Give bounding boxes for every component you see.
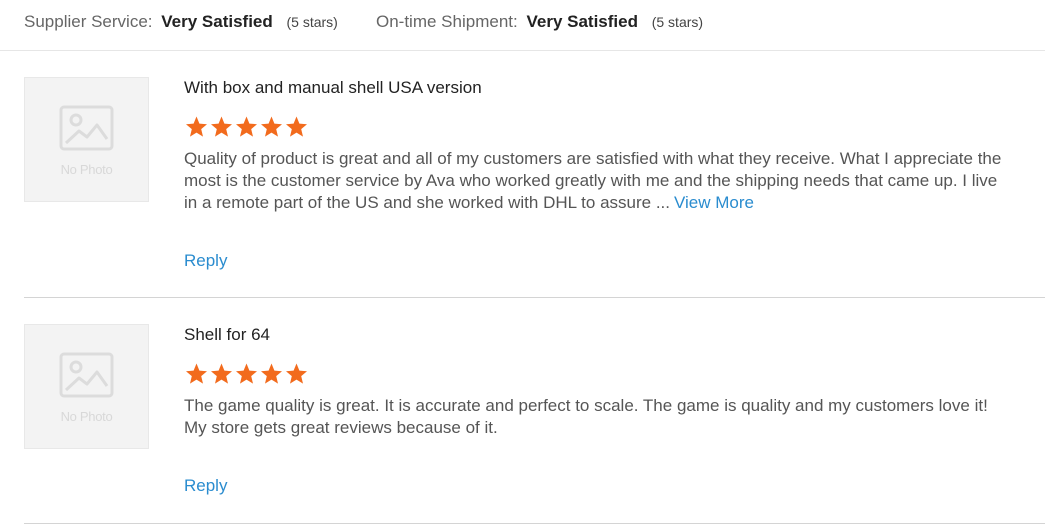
review-item: No Photo Shell for 64 The game quality i… xyxy=(24,299,1045,524)
star-icon xyxy=(236,363,257,384)
review-thumbnail[interactable]: No Photo xyxy=(24,324,149,449)
star-icon xyxy=(261,116,282,137)
reply-link[interactable]: Reply xyxy=(184,475,227,497)
review-text: Quality of product is great and all of m… xyxy=(184,149,1002,212)
image-placeholder-icon xyxy=(59,105,114,151)
reply-link[interactable]: Reply xyxy=(184,250,227,272)
review-thumbnail[interactable]: No Photo xyxy=(24,77,149,202)
star-rating xyxy=(184,362,1004,386)
view-more-link[interactable]: View More xyxy=(674,193,754,212)
no-photo-label: No Photo xyxy=(60,162,113,177)
image-placeholder-icon xyxy=(59,352,114,398)
shipment-rating: On-time Shipment: Very Satisfied (5 star… xyxy=(376,11,703,33)
review-content: With box and manual shell USA version Qu… xyxy=(184,77,1004,214)
shipment-label: On-time Shipment: xyxy=(376,12,518,31)
review-text-block: Quality of product is great and all of m… xyxy=(184,148,1004,214)
star-icon xyxy=(286,116,307,137)
star-icon xyxy=(261,363,282,384)
no-photo-label: No Photo xyxy=(60,409,113,424)
supplier-service-stars: (5 stars) xyxy=(286,14,338,30)
review-text-block: The game quality is great. It is accurat… xyxy=(184,395,1004,439)
star-icon xyxy=(286,363,307,384)
star-rating xyxy=(184,115,1004,139)
store-ratings-bar: Supplier Service: Very Satisfied (5 star… xyxy=(0,0,1045,51)
shipment-stars: (5 stars) xyxy=(651,14,704,30)
star-icon xyxy=(186,116,207,137)
star-icon xyxy=(211,116,232,137)
review-title: Shell for 64 xyxy=(184,325,270,344)
star-icon xyxy=(186,363,207,384)
review-item: No Photo With box and manual shell USA v… xyxy=(24,52,1045,298)
review-text: The game quality is great. It is accurat… xyxy=(184,396,988,437)
star-icon xyxy=(211,363,232,384)
supplier-service-rating: Supplier Service: Very Satisfied (5 star… xyxy=(24,11,338,33)
review-title: With box and manual shell USA version xyxy=(184,78,482,97)
supplier-service-label: Supplier Service: xyxy=(24,12,153,31)
star-icon xyxy=(236,116,257,137)
supplier-service-value: Very Satisfied xyxy=(161,12,273,31)
review-content: Shell for 64 The game quality is great. … xyxy=(184,324,1004,439)
shipment-value: Very Satisfied xyxy=(526,12,638,31)
